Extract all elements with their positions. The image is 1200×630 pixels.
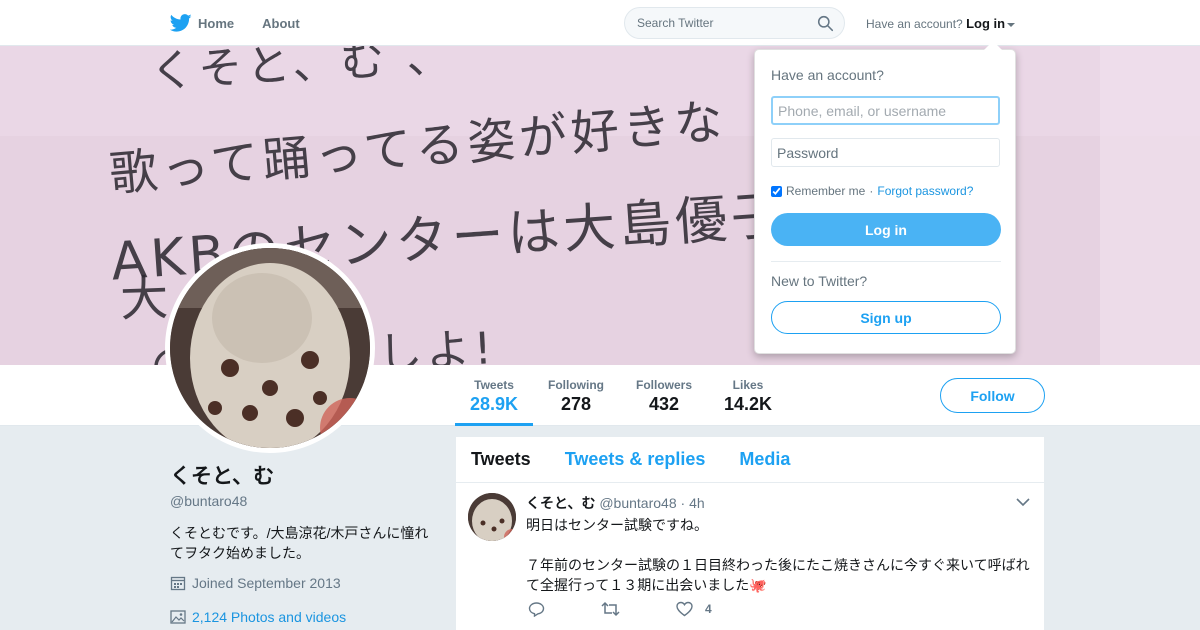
forgot-password-link[interactable]: Forgot password? — [877, 184, 973, 198]
tab-tweets[interactable]: Tweets — [471, 449, 531, 470]
profile-handle[interactable]: @buntaro48 — [170, 493, 440, 509]
chevron-down-icon[interactable] — [1016, 497, 1030, 507]
stat-label: Tweets — [474, 378, 514, 392]
retweet-icon — [601, 601, 620, 617]
profile-bio: くそとむです。/大島涼花/木戸さんに憧れてヲタク始めました。 — [170, 525, 429, 561]
divider — [771, 261, 1001, 262]
stat-label: Following — [548, 378, 604, 392]
timeline-tabs: Tweets Tweets & replies Media — [456, 437, 1044, 483]
calendar-icon — [170, 576, 186, 591]
nav-home[interactable]: Home — [198, 16, 234, 31]
remember-label[interactable]: Remember me — [786, 184, 865, 198]
tweet-avatar-image — [468, 493, 516, 541]
tweet-author-name[interactable]: くそと、む — [526, 495, 595, 511]
profile-sidebar: くそと、む @buntaro48 くそとむです。/大島涼花/木戸さんに憧れてヲタ… — [170, 460, 440, 625]
tweet-separator: · — [680, 495, 686, 511]
profile-joined: Joined September 2013 — [170, 575, 440, 591]
password-field[interactable] — [771, 138, 1000, 167]
search-box — [624, 7, 845, 39]
tab-tweets-replies[interactable]: Tweets & replies — [565, 449, 706, 470]
nav-about[interactable]: About — [262, 16, 300, 31]
account-menu: Have an account? Log in — [866, 16, 1016, 31]
twitter-bird-icon[interactable] — [170, 12, 192, 34]
active-stat-indicator — [455, 423, 533, 426]
tweet-item[interactable]: くそと、む @buntaro48 · 4h 明日はセンター試験ですね。 ７年前の… — [456, 483, 1044, 630]
stat-tweets[interactable]: Tweets 28.9K — [470, 378, 518, 415]
login-title: Have an account? — [771, 67, 884, 83]
login-dropdown: Have an account? Remember me · Forgot pa… — [754, 41, 1016, 354]
photo-icon — [170, 610, 186, 624]
tweet-author-handle[interactable]: @buntaro48 — [599, 495, 676, 511]
top-nav: Home About Have an account? Log in — [0, 0, 1200, 46]
retweet-action[interactable] — [601, 601, 620, 617]
tweet-text-line-1: 明日はセンター試験ですね。 — [526, 517, 708, 533]
signup-button[interactable]: Sign up — [771, 301, 1001, 334]
stat-value: 28.9K — [470, 394, 519, 414]
remember-checkbox[interactable] — [771, 185, 782, 197]
profile-photos: 2,124 Photos and videos — [170, 609, 440, 625]
remember-row: Remember me · Forgot password? — [771, 184, 973, 198]
new-to-twitter-text: New to Twitter? — [771, 273, 868, 289]
like-count: 4 — [705, 602, 712, 616]
stat-value: 432 — [648, 394, 680, 414]
login-button[interactable]: Log in — [771, 213, 1001, 246]
photos-link[interactable]: 2,124 Photos and videos — [192, 609, 346, 625]
stat-following[interactable]: Following 278 — [548, 378, 604, 415]
caret-down-icon[interactable] — [1007, 22, 1016, 27]
reply-action[interactable] — [528, 601, 545, 617]
joined-text: Joined September 2013 — [192, 575, 341, 591]
tweet-text: 明日はセンター試験ですね。 ７年前のセンター試験の１日目終わった後にたこ焼きさん… — [526, 515, 1036, 595]
stat-followers[interactable]: Followers 432 — [636, 378, 692, 415]
stat-likes[interactable]: Likes 14.2K — [724, 378, 772, 415]
profile-name[interactable]: くそと、む — [170, 460, 440, 490]
follow-button[interactable]: Follow — [940, 378, 1045, 413]
nav-left: Home About — [170, 0, 328, 46]
remember-dot: · — [869, 184, 874, 198]
tab-media[interactable]: Media — [739, 449, 790, 470]
username-field[interactable] — [771, 96, 1000, 125]
like-action[interactable]: 4 — [676, 601, 712, 617]
login-toggle[interactable]: Log in — [966, 16, 1005, 31]
search-icon[interactable] — [817, 15, 834, 32]
have-account-text: Have an account? — [866, 17, 963, 31]
tweet-text-line-2: ７年前のセンター試験の１日目終わった後にたこ焼きさんに今すぐ来いて呼ばれて全握行… — [526, 557, 1030, 593]
reply-icon — [528, 602, 545, 617]
stat-label: Followers — [636, 378, 693, 392]
stat-value: 14.2K — [724, 394, 773, 414]
heart-icon — [676, 601, 693, 617]
tweet-avatar[interactable] — [468, 493, 516, 541]
profile-avatar[interactable] — [165, 243, 375, 453]
timeline: Tweets Tweets & replies Media くそと、む @bun… — [456, 437, 1044, 630]
search-input[interactable] — [625, 8, 805, 38]
stat-label: Likes — [732, 378, 764, 392]
tweet-timestamp[interactable]: 4h — [689, 495, 705, 511]
tweet-header: くそと、む @buntaro48 · 4h — [526, 493, 705, 513]
stat-value: 278 — [560, 394, 592, 414]
avatar-image — [170, 248, 370, 448]
tweet-actions: 4 — [528, 601, 768, 617]
